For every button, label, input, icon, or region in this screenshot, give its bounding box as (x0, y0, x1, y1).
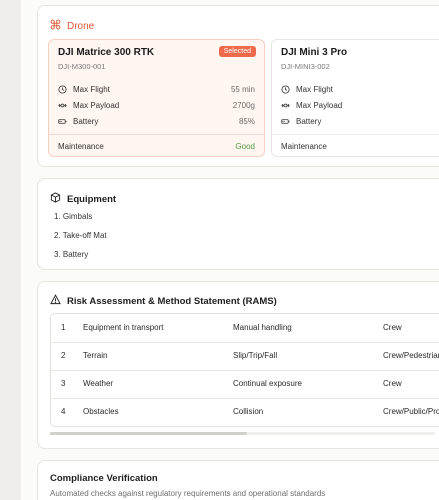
risk-cell: Continual exposure (233, 379, 302, 388)
spec-label: Max Payload (296, 100, 343, 110)
row-number: 3 (61, 379, 66, 388)
drone-name: DJI Mini 3 Pro (281, 47, 348, 58)
drone-section-header: Drone (50, 19, 94, 33)
maintenance-label: Maintenance (58, 141, 104, 151)
who-cell: Crew (383, 323, 402, 332)
table-row: 4 Obstacles Collision Crew/Public/Prop (51, 398, 439, 426)
maintenance-label: Maintenance (281, 141, 327, 151)
compliance-subtitle: Automated checks against regulatory requ… (50, 489, 326, 498)
card-divider (272, 134, 439, 135)
main-content: Drone DJI Matrice 300 RTK DJI-M300-001 S… (21, 0, 439, 500)
spec-value: 55 min (230, 84, 255, 94)
spec-max-payload: Max Payload (281, 98, 439, 112)
risk-cell: Slip/Trip/Fall (233, 351, 278, 360)
row-number: 2 (61, 351, 66, 360)
risk-cell: Manual handling (233, 323, 292, 332)
maintenance-row: Maintenance (281, 139, 439, 153)
rams-title: Risk Assessment & Method Statement (RAMS… (67, 295, 277, 307)
battery-icon (58, 117, 67, 126)
spec-value: 2700g (232, 100, 255, 110)
spec-max-payload: Max Payload 2700g (58, 98, 255, 112)
rams-header: Risk Assessment & Method Statement (RAMS… (50, 294, 277, 308)
list-item: 1. Gimbals (54, 212, 93, 221)
spec-label: Battery (296, 116, 322, 126)
spec-value: 85% (238, 116, 255, 126)
table-row: 3 Weather Continual exposure Crew (51, 370, 439, 399)
battery-icon (281, 117, 290, 126)
list-item: 2. Take-off Mat (54, 231, 107, 240)
maintenance-status: Good (235, 141, 255, 151)
who-cell: Crew/Public/Prop (383, 407, 439, 416)
rams-section: Risk Assessment & Method Statement (RAMS… (37, 281, 439, 449)
spec-max-flight: Max Flight (281, 82, 439, 96)
risk-cell: Collision (233, 407, 264, 416)
rams-table: 1 Equipment in transport Manual handling… (50, 313, 439, 427)
drone-code: DJI-M300-001 (58, 62, 106, 71)
table-row: 1 Equipment in transport Manual handling… (51, 314, 439, 343)
compliance-section: Compliance Verification Automated checks… (37, 460, 439, 500)
equipment-title: Equipment (67, 193, 117, 205)
horizontal-scrollbar-thumb[interactable] (50, 432, 247, 435)
spec-battery: Battery (281, 114, 439, 128)
spec-label: Battery (73, 116, 99, 126)
hazard-cell: Equipment in transport (83, 323, 164, 332)
clock-icon (281, 84, 290, 94)
who-cell: Crew/Pedestrian (383, 351, 439, 360)
drone-icon (50, 19, 61, 33)
spec-max-flight: Max Flight 55 min (58, 82, 255, 96)
compliance-title: Compliance Verification (50, 473, 158, 484)
hazard-cell: Obstacles (83, 407, 119, 416)
warning-icon (50, 294, 61, 308)
hazard-cell: Terrain (83, 351, 108, 360)
drone-card-mini-3-pro[interactable]: DJI Mini 3 Pro DJI-MINI3-002 Max Flight … (271, 39, 439, 157)
spec-label: Max Payload (73, 100, 120, 110)
card-divider (49, 134, 264, 135)
table-row: 2 Terrain Slip/Trip/Fall Crew/Pedestrian (51, 342, 439, 371)
equipment-list: 1. Gimbals 2. Take-off Mat 3. Battery (54, 207, 107, 264)
left-rail (0, 0, 21, 500)
drone-code: DJI-MINI3-002 (281, 62, 330, 71)
who-cell: Crew (383, 379, 402, 388)
list-item: 3. Battery (54, 250, 89, 259)
row-number: 1 (61, 323, 66, 332)
spec-battery: Battery 85% (58, 114, 255, 128)
payload-icon (281, 101, 290, 110)
maintenance-row: Maintenance Good (58, 139, 255, 153)
row-number: 4 (61, 407, 66, 416)
box-icon (50, 192, 61, 206)
spec-label: Max Flight (296, 84, 333, 94)
payload-icon (58, 101, 67, 110)
equipment-header: Equipment (50, 192, 116, 206)
equipment-section: Equipment 1. Gimbals 2. Take-off Mat 3. … (37, 178, 439, 270)
drone-card-matrice-300[interactable]: DJI Matrice 300 RTK DJI-M300-001 Selecte… (48, 39, 265, 157)
drone-section-title: Drone (67, 20, 95, 32)
selected-badge: Selected (218, 46, 256, 57)
hazard-cell: Weather (83, 379, 114, 388)
drone-name: DJI Matrice 300 RTK (58, 47, 155, 58)
drone-section: Drone DJI Matrice 300 RTK DJI-M300-001 S… (37, 5, 439, 167)
clock-icon (58, 84, 67, 94)
spec-label: Max Flight (73, 84, 110, 94)
